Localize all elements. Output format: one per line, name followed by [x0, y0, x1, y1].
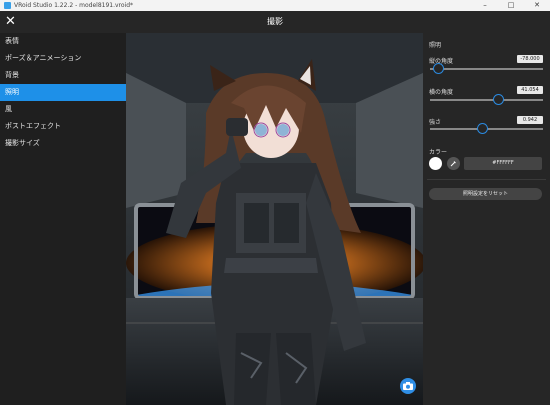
app-header: ✕ 撮影 — [0, 11, 550, 33]
sidebar-item-expression[interactable]: 表情 — [0, 33, 126, 50]
reset-lighting-button[interactable]: 照明設定をリセット — [429, 188, 542, 200]
vertical-angle-slider[interactable] — [430, 63, 543, 74]
sidebar-item-capture-size[interactable]: 撮影サイズ — [0, 135, 126, 152]
section-title: 照明 — [429, 42, 442, 49]
color-hex-field[interactable]: #FFFFFF — [464, 157, 542, 170]
horizontal-angle-value[interactable]: 41.054 — [517, 86, 543, 94]
window-titlebar: VRoid Studio 1.22.2 - model8191.vroid* –… — [0, 0, 550, 11]
minimize-button[interactable]: – — [472, 0, 498, 11]
vertical-angle-value[interactable]: -78.000 — [517, 55, 543, 63]
intensity-label: 強さ — [429, 119, 442, 126]
model-viewport[interactable] — [126, 33, 423, 405]
sidebar-item-lighting[interactable]: 照明 — [0, 84, 126, 101]
divider — [427, 179, 546, 180]
capture-button[interactable] — [400, 378, 416, 394]
horizontal-angle-slider-handle[interactable] — [492, 94, 504, 105]
lighting-panel: 照明 縦の角度 -78.000 横の角度 41.054 強さ 0.942 カラー… — [423, 33, 550, 405]
sidebar: 表情 ポーズ＆アニメーション 背景 照明 風 ポストエフェクト 撮影サイズ — [0, 33, 126, 405]
app-icon — [4, 2, 11, 9]
character-render — [126, 33, 423, 405]
window-close-button[interactable]: ✕ — [524, 0, 550, 11]
eyedropper-button[interactable] — [447, 157, 460, 170]
window-title: VRoid Studio 1.22.2 - model8191.vroid* — [14, 2, 134, 9]
camera-icon — [403, 382, 413, 390]
color-label: カラー — [429, 149, 448, 156]
vertical-angle-slider-handle[interactable] — [433, 63, 445, 74]
page-title: 撮影 — [267, 17, 283, 26]
sidebar-item-background[interactable]: 背景 — [0, 67, 126, 84]
intensity-value[interactable]: 0.942 — [517, 116, 543, 124]
sidebar-item-pose-animation[interactable]: ポーズ＆アニメーション — [0, 50, 126, 67]
maximize-button[interactable]: □ — [498, 0, 524, 11]
horizontal-angle-label: 横の角度 — [429, 89, 454, 96]
color-swatch[interactable] — [429, 157, 442, 170]
eyedropper-icon — [450, 161, 456, 167]
intensity-slider[interactable] — [430, 123, 543, 134]
sidebar-item-post-effect[interactable]: ポストエフェクト — [0, 118, 126, 135]
horizontal-angle-slider[interactable] — [430, 94, 543, 105]
sidebar-item-wind[interactable]: 風 — [0, 101, 126, 118]
intensity-slider-handle[interactable] — [477, 123, 489, 134]
